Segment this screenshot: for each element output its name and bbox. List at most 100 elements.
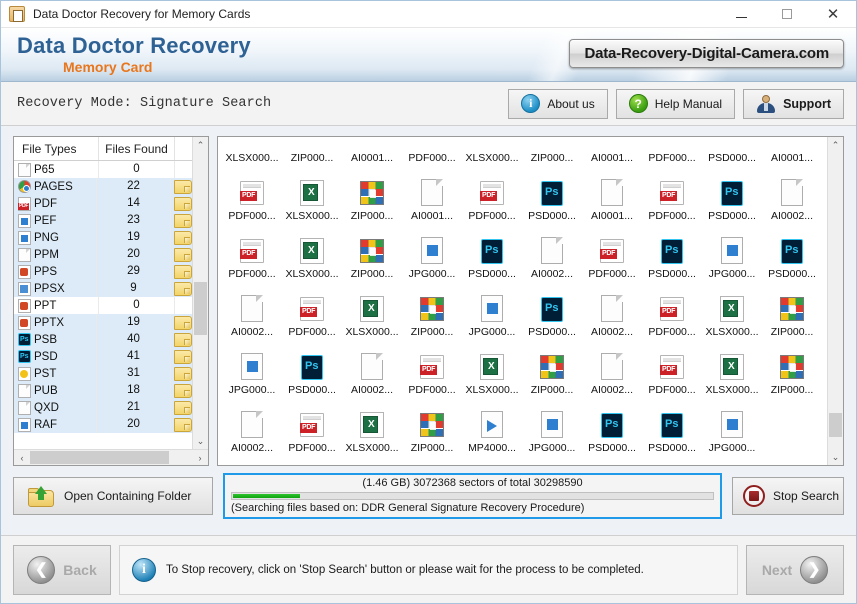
- file-grid-item[interactable]: PSD000...: [762, 225, 822, 283]
- file-type-row[interactable]: PST 31: [14, 365, 192, 382]
- file-grid-item[interactable]: PDF PDF000...: [642, 283, 702, 341]
- file-type-row[interactable]: PNG 19: [14, 229, 192, 246]
- file-grid-item[interactable]: AI0002...: [582, 341, 642, 399]
- file-grid-item[interactable]: ZIP000...: [522, 152, 582, 167]
- file-type-row[interactable]: PPM 20: [14, 246, 192, 263]
- file-grid-item[interactable]: PDF PDF000...: [282, 283, 342, 341]
- recovered-files-grid[interactable]: XLSX000... ZIP000... AI0001... PDF000... XLS…: [218, 137, 827, 465]
- file-grid-item[interactable]: PDF PDF000...: [582, 225, 642, 283]
- minimize-button[interactable]: [718, 1, 764, 28]
- file-grid-item[interactable]: XLSX000...: [702, 341, 762, 399]
- website-url-plate[interactable]: Data-Recovery-Digital-Camera.com: [569, 39, 844, 68]
- file-grid-item[interactable]: XLSX000...: [702, 283, 762, 341]
- file-grid-item[interactable]: ZIP000...: [522, 341, 582, 399]
- file-grid-item[interactable]: AI0002...: [342, 341, 402, 399]
- file-grid-item[interactable]: PDF PDF000...: [222, 225, 282, 283]
- file-types-vertical-scrollbar[interactable]: ⌃ ⌄: [192, 137, 208, 449]
- back-button[interactable]: ❮ Back: [13, 544, 111, 595]
- file-grid-item[interactable]: AI0002...: [582, 283, 642, 341]
- file-grid-item[interactable]: PDF PDF000...: [222, 167, 282, 225]
- file-grid-item[interactable]: JPG000...: [462, 283, 522, 341]
- file-grid-item[interactable]: ZIP000...: [282, 152, 342, 167]
- file-grid-item[interactable]: ZIP000...: [402, 399, 462, 457]
- maximize-button[interactable]: [764, 1, 810, 28]
- file-type-row[interactable]: PUB 18: [14, 382, 192, 399]
- file-grid-item[interactable]: JPG000...: [522, 399, 582, 457]
- file-grid-item[interactable]: AI0001...: [582, 167, 642, 225]
- file-grid-item[interactable]: XLSX000...: [282, 225, 342, 283]
- file-type-row[interactable]: PPT 0: [14, 297, 192, 314]
- file-grid-item[interactable]: XLSX000...: [342, 283, 402, 341]
- file-grid-item[interactable]: ZIP000...: [762, 341, 822, 399]
- file-grid-item[interactable]: JPG000...: [702, 225, 762, 283]
- file-grid-item[interactable]: XLSX000...: [282, 167, 342, 225]
- file-grid-item[interactable]: PSD000...: [702, 152, 762, 167]
- file-type-row[interactable]: PEF 23: [14, 212, 192, 229]
- file-type-row[interactable]: PPTX 19: [14, 314, 192, 331]
- help-manual-button[interactable]: ? Help Manual: [615, 88, 736, 119]
- file-type-row[interactable]: PAGES 22: [14, 178, 192, 195]
- file-grid-item[interactable]: JPG000...: [702, 399, 762, 457]
- file-grid-item[interactable]: AI0001...: [342, 152, 402, 167]
- file-type-row[interactable]: RAF 20: [14, 416, 192, 433]
- file-grid-item[interactable]: PDF PDF000...: [402, 341, 462, 399]
- file-grid-item[interactable]: XLSX000...: [222, 152, 282, 167]
- file-grid-item[interactable]: PDF PDF000...: [642, 167, 702, 225]
- file-grid-item[interactable]: XLSX000...: [462, 341, 522, 399]
- file-grid-item[interactable]: AI0001...: [582, 152, 642, 167]
- file-grid-item[interactable]: PDF PDF000...: [462, 167, 522, 225]
- file-grid-item[interactable]: PDF000...: [402, 152, 462, 167]
- open-containing-folder-button[interactable]: Open Containing Folder: [13, 477, 213, 515]
- file-grid-item[interactable]: JPG000...: [402, 225, 462, 283]
- file-grid-item[interactable]: PSD000...: [522, 167, 582, 225]
- file-grid-item[interactable]: ZIP000...: [762, 283, 822, 341]
- file-grid-item[interactable]: XLSX000...: [462, 152, 522, 167]
- file-grid-item[interactable]: AI0001...: [402, 167, 462, 225]
- file-type-row[interactable]: QXD 21: [14, 399, 192, 416]
- file-grid-item[interactable]: AI0002...: [522, 225, 582, 283]
- file-grid-item[interactable]: ZIP000...: [342, 167, 402, 225]
- file-grid-item[interactable]: PSD000...: [642, 399, 702, 457]
- scroll-left-icon[interactable]: ‹: [14, 450, 30, 465]
- file-type-row[interactable]: PSD 41: [14, 348, 192, 365]
- file-type-row[interactable]: PPS 29: [14, 263, 192, 280]
- file-grid-item[interactable]: PSD000...: [282, 341, 342, 399]
- hscroll-thumb[interactable]: [30, 451, 170, 464]
- scroll-right-icon[interactable]: ›: [192, 450, 208, 465]
- file-grid-item[interactable]: PSD000...: [702, 167, 762, 225]
- file-grid-item[interactable]: AI0002...: [762, 167, 822, 225]
- file-type-row[interactable]: PSB 40: [14, 331, 192, 348]
- file-grid-item[interactable]: PDF PDF000...: [282, 399, 342, 457]
- file-type-row[interactable]: PDF 14: [14, 195, 192, 212]
- file-grid-item[interactable]: AI0001...: [762, 152, 822, 167]
- grid-scroll-track[interactable]: [828, 153, 843, 449]
- file-grid-item[interactable]: PDF000...: [642, 152, 702, 167]
- grid-vertical-scrollbar[interactable]: ⌃ ⌄: [827, 137, 843, 465]
- support-button[interactable]: Support: [743, 88, 844, 119]
- about-us-button[interactable]: i About us: [508, 88, 608, 119]
- grid-scroll-up-icon[interactable]: ⌃: [828, 137, 843, 153]
- grid-scroll-down-icon[interactable]: ⌄: [828, 449, 843, 465]
- stop-search-button[interactable]: Stop Search: [732, 477, 844, 515]
- next-button[interactable]: Next ❯: [746, 544, 844, 595]
- scroll-track[interactable]: [193, 153, 208, 433]
- file-grid-item[interactable]: PSD000...: [582, 399, 642, 457]
- file-grid-item[interactable]: MP4000...: [462, 399, 522, 457]
- grid-scroll-thumb[interactable]: [829, 413, 842, 438]
- file-grid-item[interactable]: AI0002...: [222, 399, 282, 457]
- close-button[interactable]: ✕: [810, 1, 856, 28]
- file-grid-item[interactable]: PSD000...: [522, 283, 582, 341]
- file-grid-item[interactable]: AI0002...: [222, 283, 282, 341]
- file-type-row[interactable]: P65 0: [14, 161, 192, 178]
- file-grid-item[interactable]: PSD000...: [462, 225, 522, 283]
- file-grid-item[interactable]: XLSX000...: [342, 399, 402, 457]
- file-grid-item[interactable]: PSD000...: [642, 225, 702, 283]
- file-types-horizontal-scrollbar[interactable]: ‹ ›: [14, 449, 208, 465]
- file-grid-item[interactable]: PDF PDF000...: [642, 341, 702, 399]
- scroll-thumb[interactable]: [194, 281, 207, 335]
- file-grid-item[interactable]: JPG000...: [222, 341, 282, 399]
- file-grid-item[interactable]: ZIP000...: [402, 283, 462, 341]
- hscroll-track[interactable]: [30, 450, 192, 465]
- scroll-down-icon[interactable]: ⌄: [193, 433, 208, 449]
- file-type-row[interactable]: PPSX 9: [14, 280, 192, 297]
